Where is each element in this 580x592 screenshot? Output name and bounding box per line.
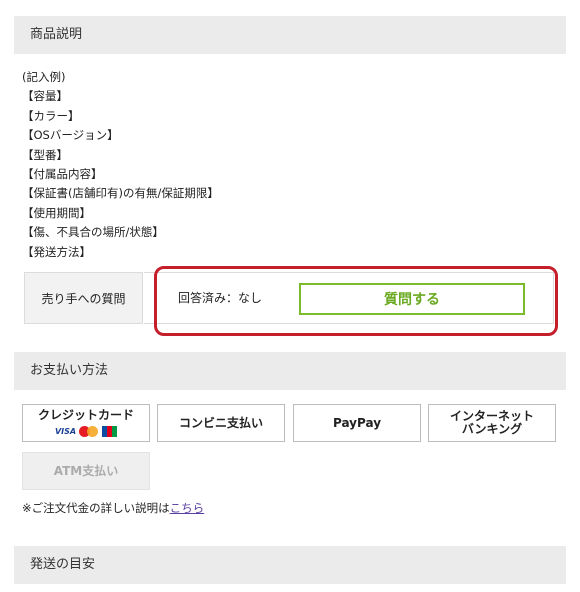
- atm-button[interactable]: ATM支払い: [22, 452, 150, 490]
- mastercard-icon: [79, 425, 99, 437]
- shipping-estimate-header: 発送の目安: [14, 546, 566, 584]
- description-line: 【付属品内容】: [22, 167, 103, 182]
- internet-banking-label-line2: バンキング: [461, 422, 523, 436]
- credit-card-label: クレジットカード: [37, 407, 134, 422]
- jcb-icon: [102, 425, 118, 437]
- questions-label: 売り手への質問: [24, 272, 143, 324]
- description-line: 【傷、不具合の場所/状態】: [22, 225, 164, 240]
- product-description-header: 商品説明: [14, 16, 566, 54]
- description-line: 【容量】: [22, 89, 68, 104]
- product-description-text: (記入例) 【容量】 【カラー】 【OSバージョン】 【型番】 【付属品内容】 …: [22, 68, 219, 262]
- description-line: 【OSバージョン】: [22, 128, 119, 143]
- convenience-store-button[interactable]: コンビニ支払い: [157, 404, 285, 442]
- description-line: (記入例): [22, 70, 66, 84]
- payment-note-text: ※ご注文代金の詳しい説明は: [22, 501, 170, 515]
- convenience-store-label: コンビニ支払い: [178, 415, 263, 430]
- payment-note: ※ご注文代金の詳しい説明はこちら: [22, 500, 204, 516]
- payment-details-link[interactable]: こちら: [170, 501, 205, 515]
- highlight-frame: [154, 266, 558, 336]
- paypay-button[interactable]: PayPay: [293, 404, 421, 442]
- visa-icon: VISA: [54, 426, 77, 436]
- description-line: 【保証書(店舗印有)の有無/保証期限】: [22, 186, 219, 201]
- description-line: 【カラー】: [22, 108, 80, 123]
- paypay-label: PayPay: [332, 415, 382, 430]
- description-line: 【使用期間】: [22, 205, 91, 220]
- atm-label: ATM支払い: [53, 463, 119, 478]
- payment-methods-header: お支払い方法: [14, 352, 566, 390]
- description-line: 【発送方法】: [22, 244, 91, 259]
- credit-card-button[interactable]: クレジットカード VISA: [22, 404, 150, 442]
- internet-banking-button[interactable]: インターネット バンキング: [428, 404, 556, 442]
- card-logos: VISA: [54, 425, 118, 438]
- description-line: 【型番】: [22, 147, 68, 162]
